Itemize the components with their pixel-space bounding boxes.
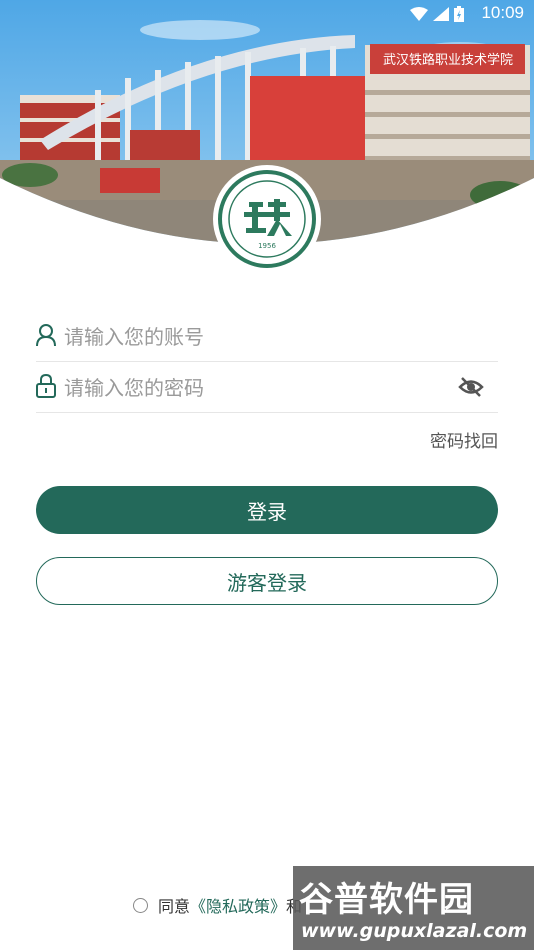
recover-password-link[interactable]: 密码找回 — [430, 427, 498, 452]
signal-icon — [433, 7, 449, 21]
account-placeholder: 请输入您的账号 — [64, 325, 204, 349]
privacy-agreement: 同意 《隐私政策》 和 — [133, 893, 302, 917]
lock-icon — [36, 374, 56, 398]
user-icon — [36, 324, 56, 347]
watermark-title: 谷普软件园 — [299, 880, 474, 920]
battery-icon — [454, 6, 464, 22]
password-field[interactable]: 请输入您的密码 — [36, 362, 498, 413]
logo-year: 1956 — [258, 242, 276, 250]
account-field[interactable]: 请输入您的账号 — [36, 311, 498, 362]
status-time: 10:09 — [481, 3, 524, 22]
guest-login-button[interactable]: 游客登录 — [36, 557, 498, 605]
privacy-policy-link[interactable]: 《隐私政策》 — [190, 893, 286, 917]
watermark: 谷普软件园 www.gupuxlazal.com — [293, 866, 534, 950]
hide-password-icon[interactable] — [458, 374, 484, 400]
status-bar: 10:09 — [0, 0, 534, 28]
college-logo: 1956 — [212, 164, 322, 274]
watermark-url: www.gupuxlazal.com — [301, 920, 528, 942]
agree-prefix: 同意 — [158, 897, 191, 916]
login-button[interactable]: 登录 — [36, 486, 498, 534]
wifi-icon — [410, 7, 428, 21]
agree-radio[interactable] — [133, 897, 148, 913]
password-placeholder: 请输入您的密码 — [64, 376, 204, 400]
building-sign-text: 武汉铁路职业技术学院 — [383, 52, 513, 68]
